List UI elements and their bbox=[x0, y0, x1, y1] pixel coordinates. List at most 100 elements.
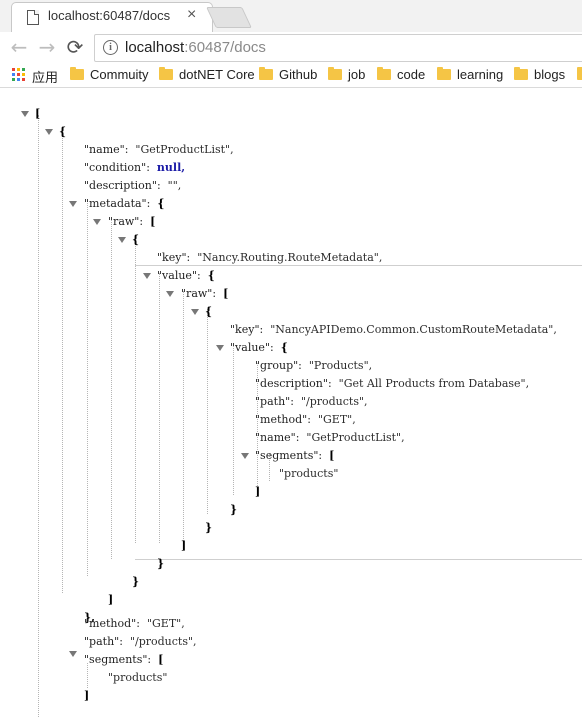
collapse-toggle-icon[interactable] bbox=[143, 273, 151, 279]
collapse-toggle-icon[interactable] bbox=[118, 237, 126, 243]
json-string: "/products", bbox=[300, 395, 368, 408]
json-key: "segments": bbox=[255, 449, 326, 462]
json-brace: { bbox=[59, 125, 67, 138]
collapse-toggle-icon[interactable] bbox=[191, 309, 199, 315]
json-string: "products" bbox=[108, 671, 168, 684]
folder-icon bbox=[259, 67, 273, 80]
json-row-method: "method": "GET", bbox=[255, 413, 356, 426]
json-bracket: [ bbox=[35, 107, 41, 120]
row-separator bbox=[135, 559, 582, 560]
json-string: "Get All Products from Database", bbox=[338, 377, 530, 390]
json-key: "raw": bbox=[108, 215, 147, 228]
tree-guide bbox=[111, 219, 112, 559]
collapse-toggle-icon[interactable] bbox=[69, 201, 77, 207]
collapse-toggle-icon[interactable] bbox=[166, 291, 174, 297]
json-null: null, bbox=[156, 161, 186, 174]
json-key: "key": bbox=[230, 323, 267, 336]
close-tab-icon[interactable]: × bbox=[187, 6, 196, 24]
json-row-value: "value": { bbox=[157, 269, 215, 282]
json-row-value: "value": { bbox=[230, 341, 288, 354]
tree-guide bbox=[233, 345, 234, 495]
url-host: localhost bbox=[125, 39, 185, 56]
json-string: "/products", bbox=[129, 635, 197, 648]
bookmark-label: job bbox=[348, 67, 366, 82]
json-row-raw: "raw": [ bbox=[181, 287, 228, 300]
folder-icon bbox=[159, 67, 173, 80]
tree-guide bbox=[135, 237, 136, 543]
bookmark-label: 应用 bbox=[32, 70, 59, 85]
json-row-segments: "segments": [ bbox=[255, 449, 334, 462]
json-viewer: [ { "name": "GetProductList", "condition… bbox=[0, 88, 582, 717]
json-key: "method": bbox=[84, 617, 144, 630]
json-row-description: "description": "Get All Products from Da… bbox=[255, 377, 529, 390]
browser-toolbar: ← → ⟳ i localhost:60487/docs bbox=[0, 32, 582, 63]
json-row-group: "group": "Products", bbox=[255, 359, 372, 372]
json-key: "path": bbox=[84, 635, 127, 648]
tree-guide bbox=[207, 309, 208, 514]
json-row-segments: "segments": [ bbox=[84, 653, 163, 666]
json-brace: { bbox=[157, 197, 165, 210]
reload-icon[interactable]: ⟳ bbox=[64, 36, 86, 58]
json-string: "GET", bbox=[146, 617, 185, 630]
info-icon[interactable]: i bbox=[103, 40, 118, 55]
url-text[interactable]: localhost:60487/docs bbox=[125, 39, 266, 56]
json-key: "value": bbox=[230, 341, 278, 354]
json-key: "method": bbox=[255, 413, 315, 426]
json-key: "path": bbox=[255, 395, 298, 408]
json-key: "description": bbox=[255, 377, 336, 390]
json-key: "group": bbox=[255, 359, 306, 372]
json-bracket: [ bbox=[150, 215, 156, 228]
json-key: "name": bbox=[255, 431, 303, 444]
json-row-condition: "condition": null, bbox=[84, 161, 185, 174]
json-string: "Nancy.Routing.RouteMetadata", bbox=[197, 251, 383, 264]
url-port-path: :60487/docs bbox=[184, 39, 266, 56]
json-key: "key": bbox=[157, 251, 194, 264]
collapse-toggle-icon[interactable] bbox=[45, 129, 53, 135]
tree-guide bbox=[159, 273, 160, 543]
row-separator bbox=[135, 265, 582, 266]
json-string: "GetProductList", bbox=[135, 143, 234, 156]
bookmark-label: code bbox=[397, 67, 426, 82]
address-bar[interactable]: i localhost:60487/docs bbox=[94, 34, 582, 62]
json-brace: } bbox=[157, 557, 165, 570]
bookmark-label: Commuity bbox=[90, 67, 149, 82]
collapse-toggle-icon[interactable] bbox=[93, 219, 101, 225]
collapse-toggle-icon[interactable] bbox=[216, 345, 224, 351]
collapse-toggle-icon[interactable] bbox=[21, 111, 29, 117]
json-string: "GET", bbox=[317, 413, 356, 426]
json-row-name: "name": "GetProductList", bbox=[255, 431, 405, 444]
json-row-segment-item: "products" bbox=[108, 671, 167, 684]
forward-arrow-icon[interactable]: → bbox=[36, 36, 58, 58]
collapse-toggle-icon[interactable] bbox=[69, 651, 77, 657]
json-string: "", bbox=[167, 179, 182, 192]
browser-tab[interactable]: localhost:60487/docs × bbox=[11, 2, 213, 32]
folder-icon bbox=[377, 67, 391, 80]
folder-icon bbox=[328, 67, 342, 80]
tree-guide bbox=[183, 291, 184, 541]
json-bracket: ] bbox=[181, 539, 187, 552]
tab-strip: localhost:60487/docs × bbox=[0, 0, 582, 33]
json-row-name: "name": "GetProductList", bbox=[84, 143, 234, 156]
json-row-path: "path": "/products", bbox=[84, 635, 197, 648]
tree-guide bbox=[87, 201, 88, 576]
json-row-raw: "raw": [ bbox=[108, 215, 155, 228]
folder-icon bbox=[514, 67, 528, 80]
bookmark-label: dotNET Core bbox=[179, 67, 255, 82]
json-bracket: [ bbox=[329, 449, 335, 462]
json-string: "GetProductList", bbox=[306, 431, 405, 444]
back-arrow-icon[interactable]: ← bbox=[8, 36, 30, 58]
json-key: "name": bbox=[84, 143, 132, 156]
json-row-path: "path": "/products", bbox=[255, 395, 368, 408]
tree-guide bbox=[87, 663, 88, 688]
json-bracket: ] bbox=[108, 593, 114, 606]
json-bracket: ] bbox=[84, 689, 90, 702]
json-bracket: ] bbox=[255, 485, 261, 498]
json-bracket: [ bbox=[223, 287, 229, 300]
bookmark-label: learning bbox=[457, 67, 504, 82]
folder-icon bbox=[437, 67, 451, 80]
json-string: "Products", bbox=[308, 359, 373, 372]
tab-title: localhost:60487/docs bbox=[48, 8, 171, 23]
bookmark-label: blogs bbox=[534, 67, 566, 82]
json-row-key: "key": "NancyAPIDemo.Common.CustomRouteM… bbox=[230, 323, 557, 336]
collapse-toggle-icon[interactable] bbox=[241, 453, 249, 459]
